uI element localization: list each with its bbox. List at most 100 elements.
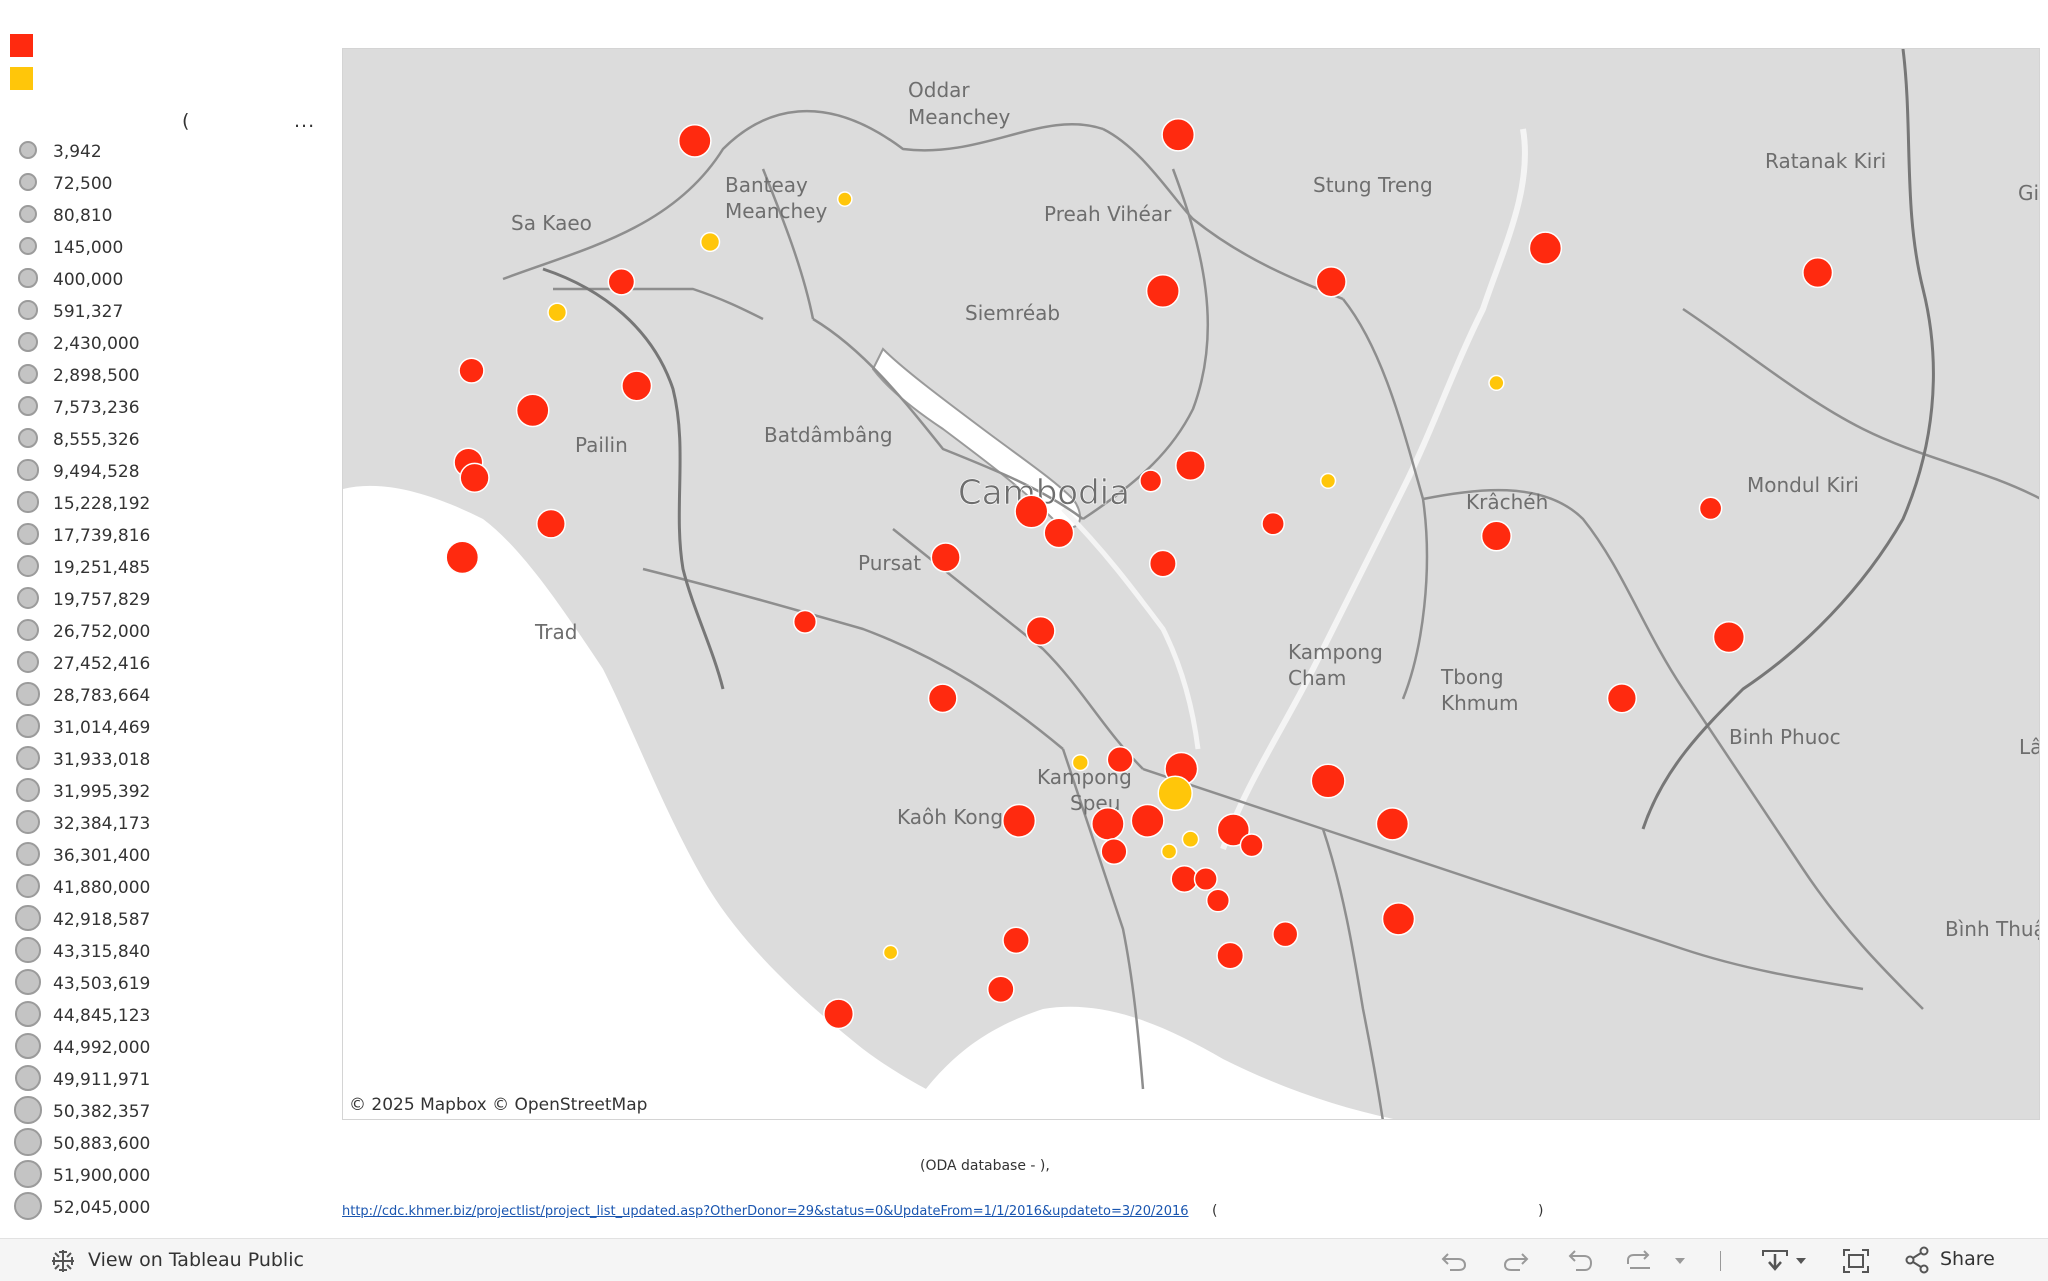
map-data-point[interactable]	[607, 267, 636, 296]
map-data-point[interactable]	[1488, 374, 1505, 392]
size-legend-item[interactable]: 50,883,600	[0, 1128, 330, 1161]
map-data-point[interactable]	[1272, 921, 1299, 948]
map-data-point[interactable]	[1160, 843, 1178, 860]
size-legend-item[interactable]: 145,000	[0, 233, 330, 265]
map-data-point[interactable]	[882, 944, 899, 961]
map-data-point[interactable]	[1216, 941, 1245, 970]
size-legend-item[interactable]: 28,783,664	[0, 681, 330, 713]
map-data-point[interactable]	[536, 508, 566, 539]
map-data-point[interactable]	[547, 302, 568, 323]
size-legend-item[interactable]: 44,845,123	[0, 1000, 330, 1033]
map-data-point[interactable]	[927, 683, 958, 714]
map-data-point[interactable]	[1145, 273, 1180, 309]
map-canvas[interactable]: OddarMeancheyBanteayMeancheySa Kaeo Preah…	[343, 49, 2040, 1120]
size-legend-item[interactable]: 36,301,400	[0, 841, 330, 873]
size-legend-item[interactable]: 8,555,326	[0, 425, 330, 457]
size-legend-item[interactable]: 3,942	[0, 137, 330, 169]
size-legend-item[interactable]: 41,880,000	[0, 873, 330, 905]
fullscreen-button[interactable]	[1842, 1248, 1870, 1273]
map-data-point[interactable]	[1014, 494, 1049, 529]
color-legend-swatch[interactable]	[10, 34, 33, 57]
map-data-point[interactable]	[458, 357, 485, 384]
size-legend-item[interactable]: 31,014,469	[0, 713, 330, 745]
size-legend-item[interactable]: 49,911,971	[0, 1064, 330, 1097]
undo-button[interactable]	[1440, 1248, 1468, 1272]
map-data-point[interactable]	[1161, 117, 1196, 152]
size-legend-item[interactable]: 591,327	[0, 297, 330, 329]
size-legend-item[interactable]: 400,000	[0, 265, 330, 297]
size-legend-item[interactable]: 7,573,236	[0, 393, 330, 425]
map-data-point[interactable]	[1802, 257, 1834, 289]
map-data-point[interactable]	[621, 370, 653, 402]
map-data-point[interactable]	[836, 191, 853, 207]
source-link[interactable]: http://cdc.khmer.biz/projectlist/project…	[342, 1204, 1189, 1219]
map-data-point[interactable]	[1528, 231, 1563, 265]
map-data-point[interactable]	[1043, 517, 1075, 549]
map-data-point[interactable]	[986, 975, 1015, 1004]
size-legend-item[interactable]: 43,315,840	[0, 937, 330, 969]
size-legend-item[interactable]: 52,045,000	[0, 1192, 330, 1225]
size-legend-item[interactable]: 31,933,018	[0, 745, 330, 777]
size-legend-item[interactable]: 9,494,528	[0, 457, 330, 489]
size-legend-item[interactable]: 26,752,000	[0, 617, 330, 649]
size-legend-item[interactable]: 42,918,587	[0, 905, 330, 937]
map-data-point[interactable]	[1139, 469, 1163, 493]
map-data-point[interactable]	[792, 609, 818, 634]
map-data-point[interactable]	[445, 540, 480, 575]
map-data-point[interactable]	[1480, 520, 1512, 552]
legend-more-options[interactable]: ...	[294, 110, 315, 132]
map-data-point[interactable]	[1239, 833, 1264, 858]
map-data-point[interactable]	[1310, 763, 1346, 799]
refresh-button[interactable]	[1624, 1248, 1654, 1272]
map-view[interactable]: Oddar Meanchey Banteay Meanchey Sa Kaeo Preah…	[342, 48, 2040, 1120]
map-data-point[interactable]	[1002, 803, 1037, 838]
map-data-point[interactable]	[459, 462, 490, 493]
map-data-point[interactable]	[1025, 615, 1056, 646]
map-data-point[interactable]	[1071, 753, 1089, 772]
map-data-point[interactable]	[1193, 866, 1218, 892]
revert-button[interactable]	[1566, 1248, 1594, 1272]
map-data-point[interactable]	[1170, 865, 1199, 893]
map-data-point[interactable]	[1319, 472, 1337, 490]
size-legend-item[interactable]: 19,251,485	[0, 553, 330, 585]
map-data-point[interactable]	[1375, 807, 1410, 841]
size-legend-item[interactable]: 31,995,392	[0, 777, 330, 809]
download-button[interactable]	[1760, 1248, 1810, 1272]
size-legend-item[interactable]: 2,430,000	[0, 329, 330, 361]
map-data-point[interactable]	[1315, 266, 1347, 298]
map-data-point[interactable]	[515, 393, 550, 428]
map-data-point[interactable]	[1181, 830, 1200, 849]
size-legend-item[interactable]: 50,382,357	[0, 1096, 330, 1129]
map-data-point[interactable]	[699, 231, 721, 253]
size-legend-item[interactable]: 2,898,500	[0, 361, 330, 393]
map-data-point[interactable]	[823, 998, 855, 1030]
map-data-point[interactable]	[1175, 450, 1206, 481]
map-data-point[interactable]	[1002, 926, 1030, 955]
size-legend-item[interactable]: 32,384,173	[0, 809, 330, 841]
map-data-point[interactable]	[1091, 807, 1125, 841]
size-legend-item[interactable]: 80,810	[0, 201, 330, 233]
map-data-point[interactable]	[1712, 620, 1746, 654]
map-data-point[interactable]	[1205, 888, 1231, 913]
map-data-point[interactable]	[1381, 902, 1416, 936]
size-legend-item[interactable]: 43,503,619	[0, 969, 330, 1001]
map-data-point[interactable]	[1106, 746, 1134, 774]
size-legend-item[interactable]: 44,992,000	[0, 1032, 330, 1065]
size-legend-item[interactable]: 19,757,829	[0, 585, 330, 617]
map-attribution[interactable]: © 2025 Mapbox © OpenStreetMap	[349, 1095, 647, 1115]
map-data-point[interactable]	[677, 124, 712, 158]
redo-button[interactable]	[1502, 1248, 1530, 1272]
map-data-point[interactable]	[1698, 496, 1723, 521]
pause-updates-dropdown[interactable]	[1672, 1248, 1688, 1272]
map-data-point[interactable]	[1130, 803, 1165, 838]
color-legend-swatch[interactable]	[10, 67, 33, 90]
map-data-point[interactable]	[1148, 549, 1177, 578]
size-legend-item[interactable]: 51,900,000	[0, 1160, 330, 1193]
map-data-point[interactable]	[1261, 511, 1285, 536]
size-legend-item[interactable]: 27,452,416	[0, 649, 330, 681]
size-legend-item[interactable]: 72,500	[0, 169, 330, 201]
share-button[interactable]: Share	[1904, 1246, 1995, 1274]
map-data-point[interactable]	[1100, 837, 1128, 866]
map-data-point[interactable]	[1606, 683, 1638, 714]
map-data-point[interactable]	[930, 542, 961, 573]
